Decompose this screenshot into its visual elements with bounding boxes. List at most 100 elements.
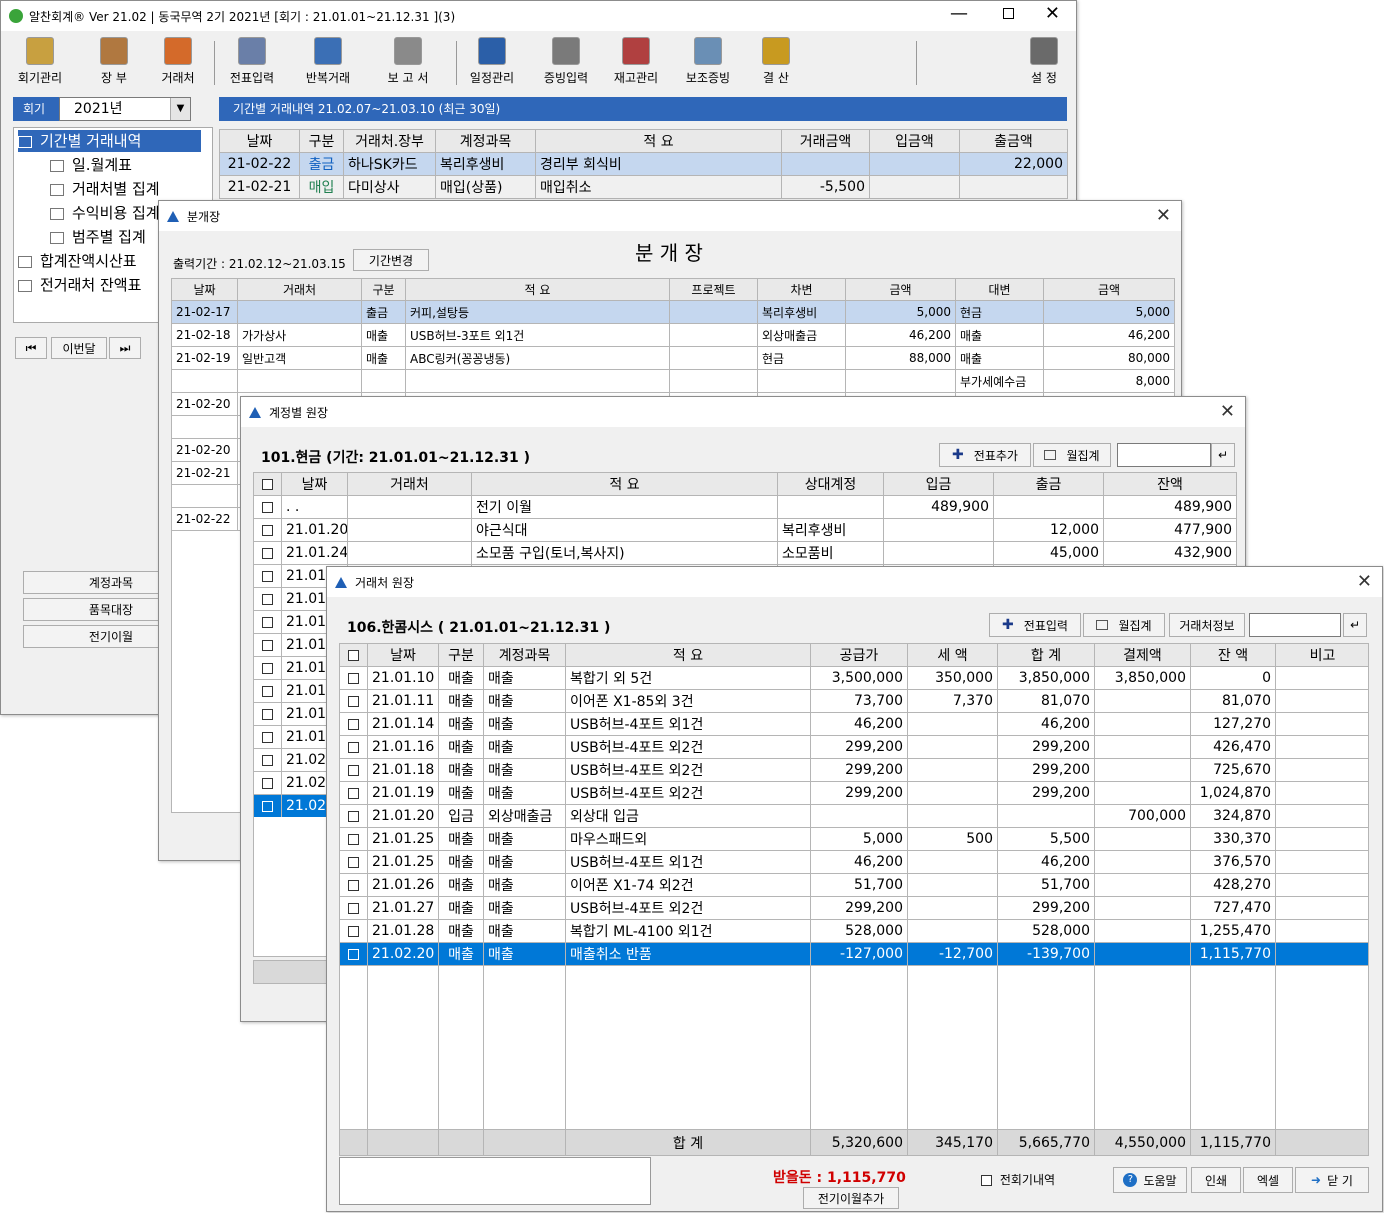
voucher-entry-button[interactable]: ✚ 전표입력 [989, 613, 1081, 637]
toolbar-button-4[interactable]: 반복거래 [297, 37, 359, 86]
row-checkbox[interactable] [253, 794, 282, 818]
checkbox-icon[interactable] [262, 731, 273, 743]
checkbox-icon[interactable] [348, 672, 359, 684]
table-row[interactable]: 부가세예수금 8,000 [171, 369, 1175, 393]
toolbar-button-8[interactable]: 재고관리 [605, 37, 667, 86]
checkbox-icon[interactable] [262, 478, 273, 490]
checkbox-icon[interactable] [348, 787, 359, 799]
row-checkbox[interactable] [253, 587, 282, 611]
toolbar-button-5[interactable]: 보 고 서 [377, 37, 439, 86]
year-select[interactable]: 2021년 ▼ [59, 97, 191, 121]
checkbox-icon[interactable] [348, 879, 359, 891]
toolbar-button-9[interactable]: 보조증빙 [677, 37, 739, 86]
tree-item[interactable]: 거래처별 집계 [50, 178, 160, 200]
row-checkbox[interactable] [340, 758, 368, 782]
toolbar-button-0[interactable]: 회기관리 [9, 37, 71, 86]
row-checkbox[interactable] [253, 702, 282, 726]
table-row[interactable]: 21.01.25 매출 매출 USB허브-4포트 외1건 46,200 46,200 376… [340, 850, 1368, 874]
row-checkbox[interactable] [253, 495, 282, 519]
checkbox-icon[interactable] [348, 833, 359, 845]
checkbox-icon[interactable] [348, 764, 359, 776]
row-checkbox[interactable] [253, 610, 282, 634]
toolbar-button-11[interactable]: 설 정 [1013, 37, 1075, 86]
close-button[interactable]: ✕ [1045, 3, 1060, 24]
table-row[interactable]: 21-02-22 출금 하나SK카드 복리후생비 경리부 회식비 22,000 [219, 152, 1068, 176]
checkbox-icon[interactable] [348, 810, 359, 822]
row-checkbox[interactable] [340, 850, 368, 874]
table-row[interactable]: 21-02-18 가가상사 매출 USB허브-3포트 외1건 외상매출금 46,200 매출… [171, 323, 1175, 347]
row-checkbox[interactable] [253, 771, 282, 795]
journal-close-button[interactable]: ✕ [1156, 205, 1171, 226]
account-search-button[interactable]: ↵ [1211, 443, 1235, 467]
toolbar-button-10[interactable]: 결 산 [745, 37, 807, 86]
checkbox-icon[interactable] [348, 718, 359, 730]
carry-forward-button[interactable]: 전기이월추가 [803, 1187, 899, 1209]
checkbox-icon[interactable] [348, 948, 359, 960]
row-checkbox[interactable] [253, 725, 282, 749]
table-row[interactable]: 21.01.16 매출 매출 USB허브-4포트 외2건 299,200 299,200 4… [340, 735, 1368, 759]
checkbox-icon[interactable] [348, 649, 359, 661]
row-checkbox[interactable] [340, 689, 368, 713]
checkbox-icon[interactable] [262, 616, 273, 628]
tree-item[interactable]: 일.월계표 [50, 154, 132, 176]
account-search-input[interactable] [1117, 443, 1211, 467]
change-period-button[interactable]: 기간변경 [353, 249, 429, 271]
vendor-search-button[interactable]: ↵ [1343, 613, 1367, 637]
account-close-button[interactable]: ✕ [1220, 401, 1235, 422]
checkbox-icon[interactable] [262, 524, 273, 536]
checkbox-icon[interactable] [262, 708, 273, 720]
toolbar-button-3[interactable]: 전표입력 [221, 37, 283, 86]
checkbox-icon[interactable] [348, 902, 359, 914]
row-checkbox[interactable] [340, 712, 368, 736]
toolbar-button-1[interactable]: 장 부 [83, 37, 145, 86]
table-row[interactable]: 21.01.14 매출 매출 USB허브-4포트 외1건 46,200 46,200 127… [340, 712, 1368, 736]
row-checkbox[interactable] [340, 873, 368, 897]
print-button[interactable]: 인쇄 [1191, 1167, 1241, 1193]
monthly-summary-button[interactable]: 월집계 [1033, 443, 1111, 467]
row-checkbox[interactable] [340, 896, 368, 920]
table-row[interactable]: 21.01.20 입금 외상매출금 외상대 입금 700,000 324,870 [340, 804, 1368, 828]
table-row[interactable]: 21-02-19 일반고객 매출 ABC링커(꽁꽁냉동) 현금 88,000 매출 80,00… [171, 346, 1175, 370]
row-checkbox[interactable] [340, 919, 368, 943]
header-checkbox[interactable] [253, 472, 282, 496]
vendor-monthly-button[interactable]: 월집계 [1083, 613, 1165, 637]
prev-period-checkbox[interactable]: 전회기내역 [981, 1171, 1101, 1188]
checkbox-icon[interactable] [262, 547, 273, 559]
table-row[interactable]: 21.01.20 야근식대 복리후생비 12,000 477,900 [253, 518, 1237, 542]
table-row[interactable]: 21.01.10 매출 매출 복합기 외 5건 3,500,000 350,000 3,85… [340, 666, 1368, 690]
row-checkbox[interactable] [253, 518, 282, 542]
header-checkbox[interactable] [340, 644, 368, 667]
row-checkbox[interactable] [253, 633, 282, 657]
tree-item[interactable]: 수익비용 집계 [50, 202, 160, 224]
vendor-close-button[interactable]: ✕ [1357, 571, 1372, 592]
table-row[interactable]: 21.01.11 매출 매출 이어폰 X1-85외 3건 73,700 7,370 81,0… [340, 689, 1368, 713]
table-row[interactable]: 21.01.27 매출 매출 USB허브-4포트 외2건 299,200 299,200 7… [340, 896, 1368, 920]
table-row[interactable]: 21.01.18 매출 매출 USB허브-4포트 외2건 299,200 299,200 7… [340, 758, 1368, 782]
checkbox-icon[interactable] [348, 925, 359, 937]
row-checkbox[interactable] [340, 942, 368, 966]
memo-box[interactable] [339, 1157, 651, 1205]
excel-button[interactable]: 엑셀 [1243, 1167, 1293, 1193]
checkbox-icon[interactable] [262, 639, 273, 651]
table-row[interactable]: . . 전기 이월 489,900 489,900 [253, 495, 1237, 519]
table-row[interactable]: 21.01.28 매출 매출 복합기 ML-4100 외1건 528,000 528,00… [340, 919, 1368, 943]
tree-item[interactable]: 범주별 집계 [50, 226, 146, 248]
tree-item[interactable]: 기간별 거래내역 [18, 130, 202, 152]
checkbox-icon[interactable] [262, 501, 273, 513]
checkbox-icon[interactable] [262, 662, 273, 674]
table-row[interactable]: 21-02-21 매입 다미상사 매입(상품) 매입취소 -5,500 [219, 175, 1068, 199]
add-voucher-button[interactable]: ✚ 전표추가 [939, 443, 1031, 467]
checkbox-icon[interactable] [262, 777, 273, 789]
row-checkbox[interactable] [340, 827, 368, 851]
tree-item[interactable]: 전거래처 잔액표 [18, 274, 141, 296]
row-checkbox[interactable] [253, 564, 282, 588]
checkbox-icon[interactable] [262, 570, 273, 582]
row-checkbox[interactable] [253, 656, 282, 680]
row-checkbox[interactable] [340, 666, 368, 690]
this-month-button[interactable]: 이번달 [51, 337, 107, 359]
checkbox-icon[interactable] [262, 685, 273, 697]
help-button[interactable]: ? 도움말 [1113, 1167, 1187, 1193]
table-row[interactable]: 21.02.20 매출 매출 매출취소 반품 -127,000 -12,700 -139,7… [340, 942, 1368, 966]
checkbox-icon[interactable] [348, 856, 359, 868]
close-window-button[interactable]: ➜ 닫 기 [1295, 1167, 1369, 1193]
